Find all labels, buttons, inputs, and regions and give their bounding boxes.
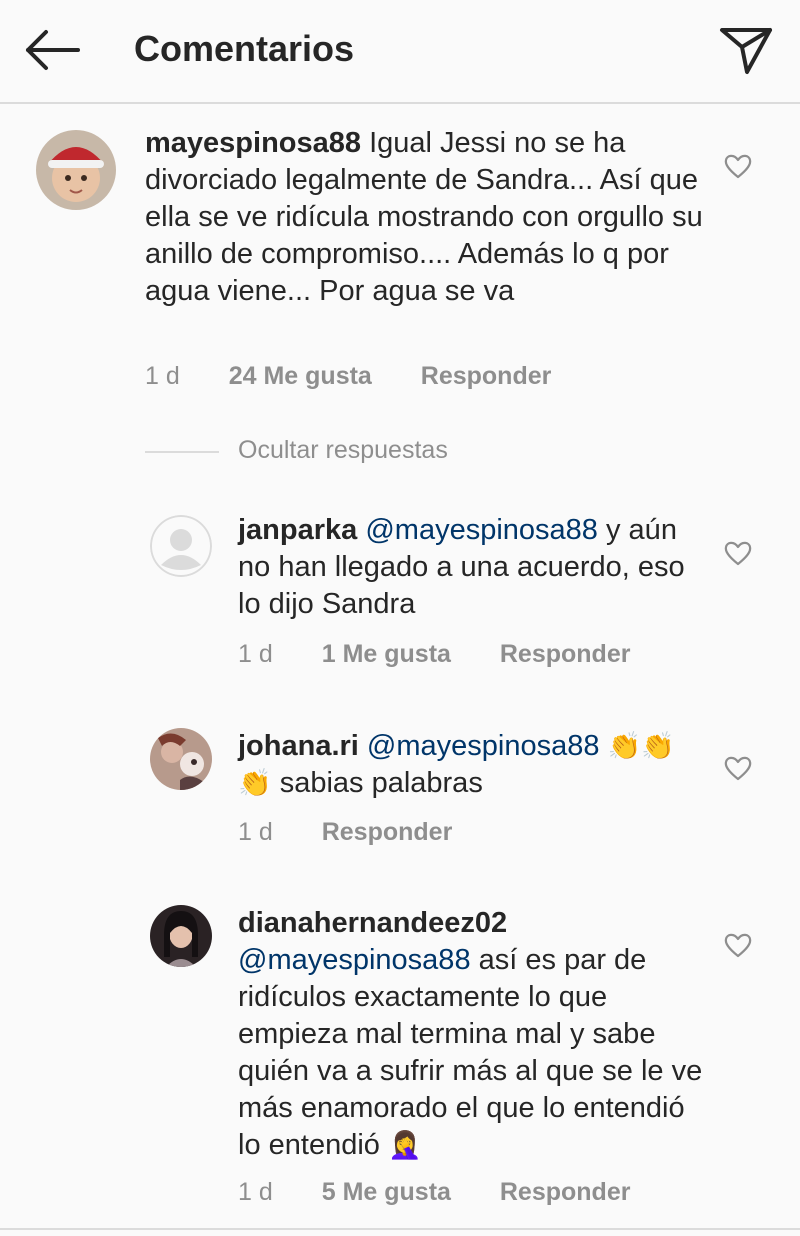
like-count[interactable]: 5 Me gusta (322, 1178, 451, 1206)
mention-link[interactable]: @mayespinosa88 (365, 514, 598, 546)
reply-meta: 1 d 1 Me gusta Responder (238, 640, 630, 669)
reply-username[interactable]: dianahernandeez02 (238, 907, 507, 939)
mention-link[interactable]: @mayespinosa88 (238, 944, 471, 976)
reply-time: 1 d (238, 1178, 273, 1206)
share-button[interactable] (716, 22, 776, 78)
avatar-image (36, 130, 116, 210)
top-bar: Comentarios (0, 0, 800, 104)
paper-plane-icon (720, 28, 772, 74)
default-avatar-icon (150, 515, 212, 577)
hide-replies-label[interactable]: Ocultar respuestas (238, 436, 448, 465)
page-title: Comentarios (134, 28, 355, 69)
reply-meta: 1 d Responder (238, 818, 452, 847)
reply-button[interactable]: Responder (322, 818, 453, 846)
reply-button[interactable]: Responder (500, 640, 631, 668)
facepalm-emoji: 🤦‍♀️ (387, 1130, 422, 1160)
reply-body: dianahernandeez02 @mayespinosa88 así es … (238, 905, 708, 1164)
heart-outline-icon[interactable] (723, 753, 753, 783)
comment-meta: 1 d 24 Me gusta Responder (145, 362, 551, 391)
heart-outline-icon[interactable] (723, 930, 753, 960)
like-count[interactable]: 24 Me gusta (229, 362, 372, 390)
comment-time: 1 d (145, 362, 180, 390)
comment-body: mayespinosa88 Igual Jessi no se ha divor… (145, 125, 705, 310)
avatar-image (150, 905, 212, 967)
reply-time: 1 d (238, 818, 273, 846)
heart-outline-icon[interactable] (723, 151, 753, 181)
divider (0, 1228, 800, 1230)
reply-text: así es par de ridículos exactamente lo q… (238, 944, 703, 1161)
like-count[interactable]: 1 Me gusta (322, 640, 451, 668)
heart-outline-icon[interactable] (723, 538, 753, 568)
reply-username[interactable]: johana.ri (238, 730, 359, 762)
avatar[interactable] (150, 515, 212, 577)
avatar[interactable] (36, 130, 116, 210)
reply-username[interactable]: janparka (238, 514, 357, 546)
divider (145, 451, 219, 453)
reply-button[interactable]: Responder (500, 1178, 631, 1206)
reply-body: johana.ri @mayespinosa88 👏👏👏 sabias pala… (238, 728, 708, 802)
avatar[interactable] (150, 728, 212, 790)
mention-link[interactable]: @mayespinosa88 (367, 730, 600, 762)
reply-meta: 1 d 5 Me gusta Responder (238, 1178, 630, 1207)
reply-text: sabias palabras (279, 767, 483, 799)
reply-time: 1 d (238, 640, 273, 668)
avatar-image (150, 728, 212, 790)
back-button[interactable] (22, 26, 82, 74)
avatar[interactable] (150, 905, 212, 967)
arrow-left-icon (26, 30, 80, 70)
reply-body: janparka @mayespinosa88 y aún no han lle… (238, 512, 708, 623)
comment-username[interactable]: mayespinosa88 (145, 127, 361, 159)
reply-button[interactable]: Responder (421, 362, 552, 390)
